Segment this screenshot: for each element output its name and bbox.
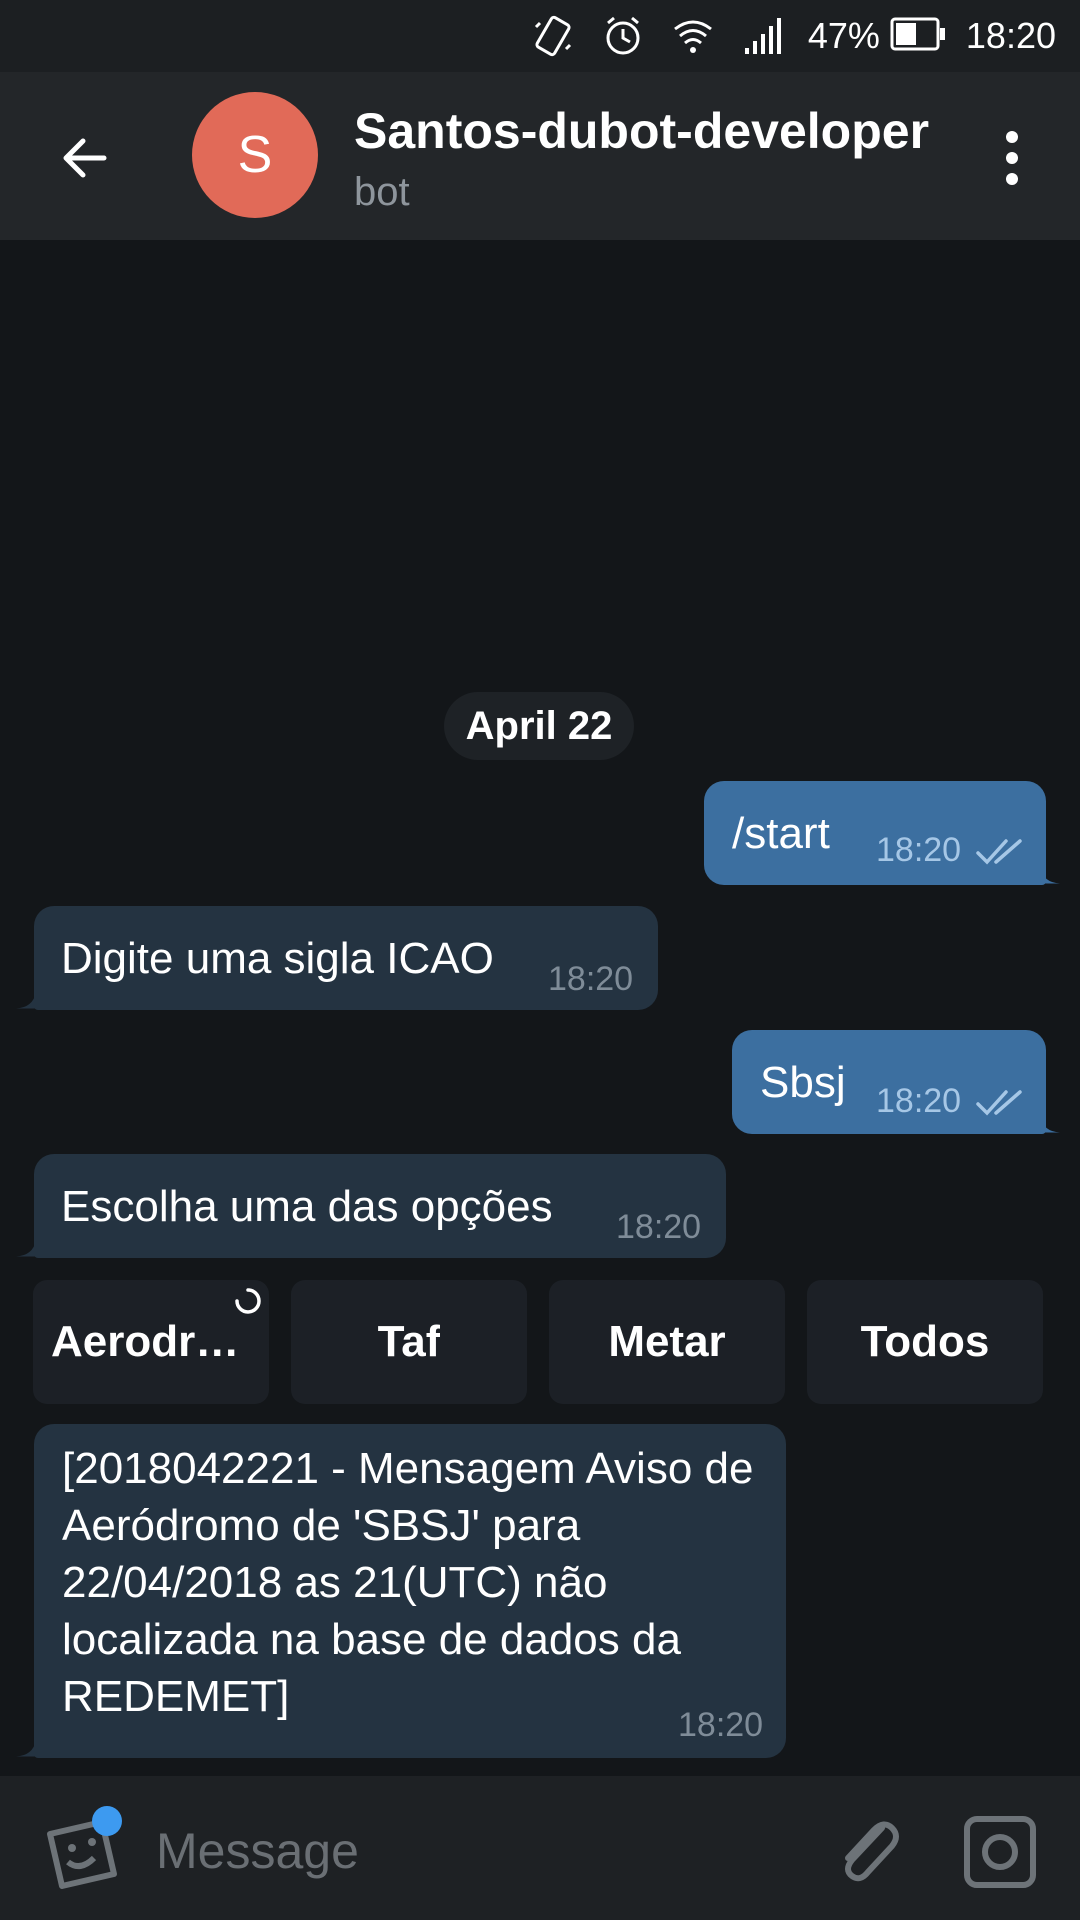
inline-button-label: Metar — [608, 1317, 726, 1366]
more-options-button[interactable] — [976, 122, 1048, 194]
camera-button[interactable] — [962, 1814, 1038, 1890]
message-text: [2018042221 - Mensagem Aviso de Aeródrom… — [62, 1444, 754, 1721]
back-arrow-icon — [63, 138, 107, 178]
message-bubble-outgoing[interactable]: /start 18:20 — [704, 781, 1046, 885]
inline-button-metar[interactable]: Metar — [549, 1280, 785, 1404]
message-bubble-incoming[interactable]: Digite uma sigla ICAO 18:20 — [34, 906, 658, 1010]
signal-icon — [738, 11, 788, 61]
avatar[interactable]: S — [192, 92, 318, 218]
bubble-tail — [1040, 867, 1060, 884]
status-time: 18:20 — [965, 15, 1056, 56]
message-bubble-outgoing[interactable]: Sbsj 18:20 — [732, 1030, 1046, 1134]
inline-button-taf[interactable]: Taf — [291, 1280, 527, 1404]
message-time: 18:20 — [616, 1208, 702, 1246]
alarm-icon — [598, 11, 648, 61]
more-vert-icon — [1006, 131, 1018, 143]
message-bubble-incoming[interactable]: [2018042221 - Mensagem Aviso de Aeródrom… — [34, 1424, 786, 1758]
bubble-tail — [16, 992, 36, 1009]
date-separator: April 22 — [444, 692, 634, 760]
message-time: 18:20 — [876, 1082, 962, 1120]
message-text: /start — [732, 809, 830, 858]
inline-button-label: Todos — [860, 1317, 990, 1366]
inline-button-todos[interactable]: Todos — [807, 1280, 1043, 1404]
message-text: Escolha uma das opções — [61, 1182, 553, 1231]
message-text: Sbsj — [760, 1058, 846, 1107]
bubble-tail — [1040, 1116, 1060, 1133]
chat-subtitle: bot — [354, 170, 410, 214]
inline-button-label: Aerodromo — [51, 1317, 251, 1366]
back-button[interactable] — [48, 122, 120, 194]
bubble-tail — [16, 1240, 36, 1257]
chat-header: S Santos-dubot-developer bot — [0, 72, 1080, 240]
paperclip-icon — [845, 1821, 899, 1882]
inline-button-label: Taf — [377, 1317, 441, 1366]
chat-title-block[interactable]: Santos-dubot-developer bot — [354, 100, 954, 215]
read-check-icon — [976, 839, 1022, 865]
avatar-letter: S — [237, 126, 273, 184]
read-check-icon — [976, 1090, 1022, 1116]
status-bar: 47% 18:20 — [0, 0, 1080, 72]
chat-title: Santos-dubot-developer — [354, 103, 930, 159]
loading-spinner-icon — [235, 1288, 261, 1314]
battery-icon — [890, 17, 946, 56]
wifi-icon — [668, 11, 718, 61]
inline-button-aerodromo[interactable]: Aerodromo — [33, 1280, 269, 1404]
vibrate-icon — [528, 11, 578, 61]
bubble-tail — [16, 1740, 36, 1757]
message-input-bar — [0, 1776, 1080, 1920]
camera-icon — [964, 1816, 1036, 1888]
notification-dot — [92, 1806, 122, 1836]
message-time: 18:20 — [876, 831, 962, 869]
message-time: 18:20 — [678, 1706, 764, 1744]
message-time: 18:20 — [548, 960, 634, 998]
battery-percent: 47% — [807, 15, 880, 56]
message-input[interactable] — [156, 1816, 776, 1886]
message-text: Digite uma sigla ICAO — [61, 934, 494, 983]
attach-button[interactable] — [826, 1810, 906, 1890]
message-bubble-incoming[interactable]: Escolha uma das opções 18:20 — [34, 1154, 726, 1258]
